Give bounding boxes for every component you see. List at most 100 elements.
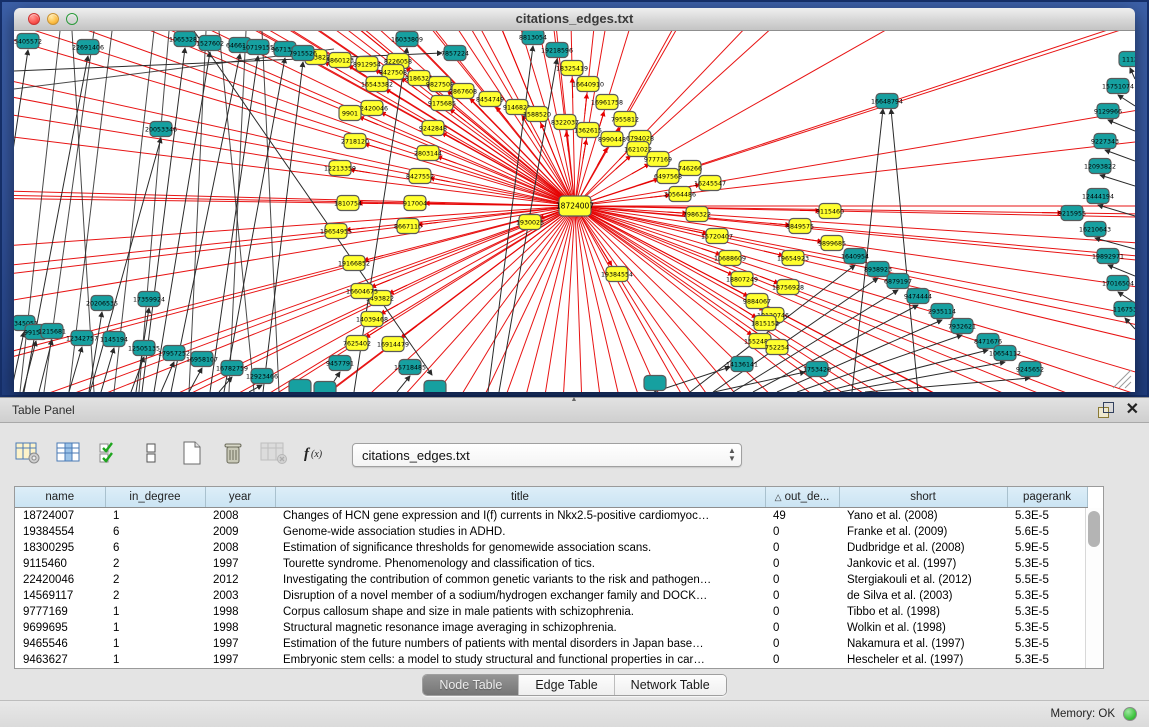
graph-node[interactable]: 9129966: [1094, 104, 1122, 119]
graph-node[interactable]: 15720407: [701, 229, 733, 244]
graph-node[interactable]: 16543382: [361, 77, 393, 92]
network-canvas[interactable]: 1872400788601238912954822605884275081654…: [14, 31, 1135, 392]
graph-node[interactable]: 19654955: [320, 224, 352, 239]
graph-node[interactable]: 18325419: [556, 61, 588, 76]
splitter-handle[interactable]: ▲: [568, 397, 580, 402]
graph-node[interactable]: 12444194: [1082, 189, 1114, 204]
graph-node[interactable]: 2867608: [449, 84, 477, 99]
citation-network-graph[interactable]: 1872400788601238912954822605884275081654…: [14, 31, 1135, 392]
graph-node[interactable]: 7955812: [611, 112, 639, 127]
graph-node[interactable]: 8667110: [394, 219, 422, 234]
graph-node[interactable]: 7625402: [343, 336, 371, 351]
graph-node[interactable]: 9901: [339, 106, 361, 121]
graph-node[interactable]: 17359924: [133, 292, 165, 307]
graph-node[interactable]: 1930025: [516, 215, 544, 230]
graph-node[interactable]: 7986322: [683, 207, 711, 222]
graph-node[interactable]: 16961758: [591, 95, 623, 110]
graph-node[interactable]: 16958107: [186, 352, 218, 367]
graph-node[interactable]: 5405572: [14, 34, 42, 49]
table-row[interactable]: 946362711997Embryonic stem cells: a mode…: [15, 652, 1087, 668]
graph-node[interactable]: 9474444: [904, 289, 932, 304]
graph-node[interactable]: 1527602: [196, 36, 224, 51]
graph-node[interactable]: 1215681: [38, 324, 66, 339]
table-row[interactable]: 946554611997Estimation of the future num…: [15, 636, 1087, 652]
graph-node[interactable]: 9175685: [428, 96, 456, 111]
table-row[interactable]: 1456911722003Disruption of a novel membe…: [15, 588, 1087, 604]
tab-network-table[interactable]: Network Table: [615, 675, 726, 695]
graph-node[interactable]: 7857224: [441, 46, 469, 61]
graph-node[interactable]: 19166852: [338, 256, 370, 271]
column-header-pagerank[interactable]: pagerank: [1007, 487, 1087, 508]
graph-node[interactable]: 1753426: [803, 362, 831, 377]
graph-node[interactable]: 17016504: [1102, 276, 1134, 291]
graph-node[interactable]: 19654923: [777, 251, 809, 266]
graph-node[interactable]: 14136141: [726, 357, 758, 372]
graph-node[interactable]: 16914479: [377, 337, 409, 352]
graph-node[interactable]: 16245547: [694, 176, 726, 191]
graph-node[interactable]: 16640910: [572, 77, 604, 92]
graph-node[interactable]: 8849575: [786, 219, 814, 234]
table-row[interactable]: 911546021997Tourette syndrome. Phenomeno…: [15, 556, 1087, 572]
table-row[interactable]: 1938455462009Genome-wide association stu…: [15, 524, 1087, 540]
graph-node[interactable]: 1362615: [574, 123, 602, 138]
graph-node[interactable]: 1810754: [334, 196, 362, 211]
graph-node[interactable]: 1112: [1119, 52, 1135, 67]
table-settings-button[interactable]: [14, 440, 42, 470]
graph-node[interactable]: 8427552: [406, 169, 434, 184]
graph-node[interactable]: 2803144: [414, 146, 442, 161]
graph-node[interactable]: 18724007: [556, 196, 594, 216]
graph-node[interactable]: 1815152: [751, 316, 779, 331]
graph-node[interactable]: 6497568: [654, 169, 682, 184]
graph-node[interactable]: [424, 381, 446, 393]
graph-node[interactable]: 8454749: [476, 92, 504, 107]
graph-node[interactable]: 1145194: [100, 332, 128, 347]
table-scrollbar-thumb[interactable]: [1088, 511, 1100, 547]
resize-grip[interactable]: [1107, 364, 1133, 390]
graph-node[interactable]: 9245652: [1016, 362, 1044, 377]
graph-node[interactable]: 18807249: [726, 272, 758, 287]
table-row[interactable]: 977716911998Corpus callosum shape and si…: [15, 604, 1087, 620]
graph-node[interactable]: 19892971: [1092, 249, 1124, 264]
column-header-out-de-[interactable]: △out_de...: [765, 487, 839, 508]
graph-node[interactable]: 12342757: [66, 331, 98, 346]
graph-node[interactable]: 8813054: [519, 31, 547, 45]
import-table-disabled-button[interactable]: [260, 440, 288, 470]
column-header-year[interactable]: year: [205, 487, 275, 508]
table-scrollbar[interactable]: [1085, 508, 1103, 668]
graph-node[interactable]: 9115460: [816, 204, 844, 219]
graph-node[interactable]: 16782759: [216, 361, 248, 376]
graph-node[interactable]: 10688609: [714, 251, 746, 266]
graph-node[interactable]: 12505135: [128, 341, 160, 356]
graph-node[interactable]: 9215955: [1058, 206, 1086, 221]
graph-node[interactable]: [644, 376, 666, 391]
graph-node[interactable]: 16648794: [871, 94, 903, 109]
graph-node[interactable]: 16210643: [1079, 222, 1111, 237]
graph-node[interactable]: 7915526: [289, 46, 317, 61]
graph-node[interactable]: 917004: [403, 196, 427, 211]
table-selector-dropdown[interactable]: citations_edges.txt ▲▼: [352, 443, 742, 467]
column-header-in-degree[interactable]: in_degree: [105, 487, 205, 508]
graph-node[interactable]: 116753: [1113, 302, 1135, 317]
graph-node[interactable]: 9457791: [326, 356, 354, 371]
graph-node[interactable]: [289, 380, 311, 393]
graph-node[interactable]: 16033809: [391, 32, 423, 47]
graph-node[interactable]: 9242848: [419, 121, 447, 136]
graph-node[interactable]: 9899685: [818, 236, 846, 251]
graph-node[interactable]: 10719155: [242, 40, 274, 55]
graph-node[interactable]: 9227343: [1091, 134, 1119, 149]
graph-node[interactable]: 19384554: [601, 267, 633, 282]
new-document-button[interactable]: [178, 440, 206, 470]
function-builder-button[interactable]: f(x): [301, 440, 329, 470]
delete-table-button[interactable]: [219, 440, 247, 470]
graph-node[interactable]: 19218596: [541, 43, 573, 58]
graph-node[interactable]: 2718120: [341, 134, 369, 149]
graph-node[interactable]: 18756928: [772, 280, 804, 295]
graph-node[interactable]: 7932621: [948, 319, 976, 334]
column-header-name[interactable]: name: [15, 487, 105, 508]
tab-edge-table[interactable]: Edge Table: [519, 675, 614, 695]
graph-node[interactable]: 9777169: [644, 152, 672, 167]
graph-node[interactable]: 8912954: [353, 57, 381, 72]
graph-node[interactable]: 1588520: [523, 107, 551, 122]
graph-node[interactable]: 22691406: [72, 40, 104, 55]
graph-node[interactable]: 16604675: [346, 284, 378, 299]
